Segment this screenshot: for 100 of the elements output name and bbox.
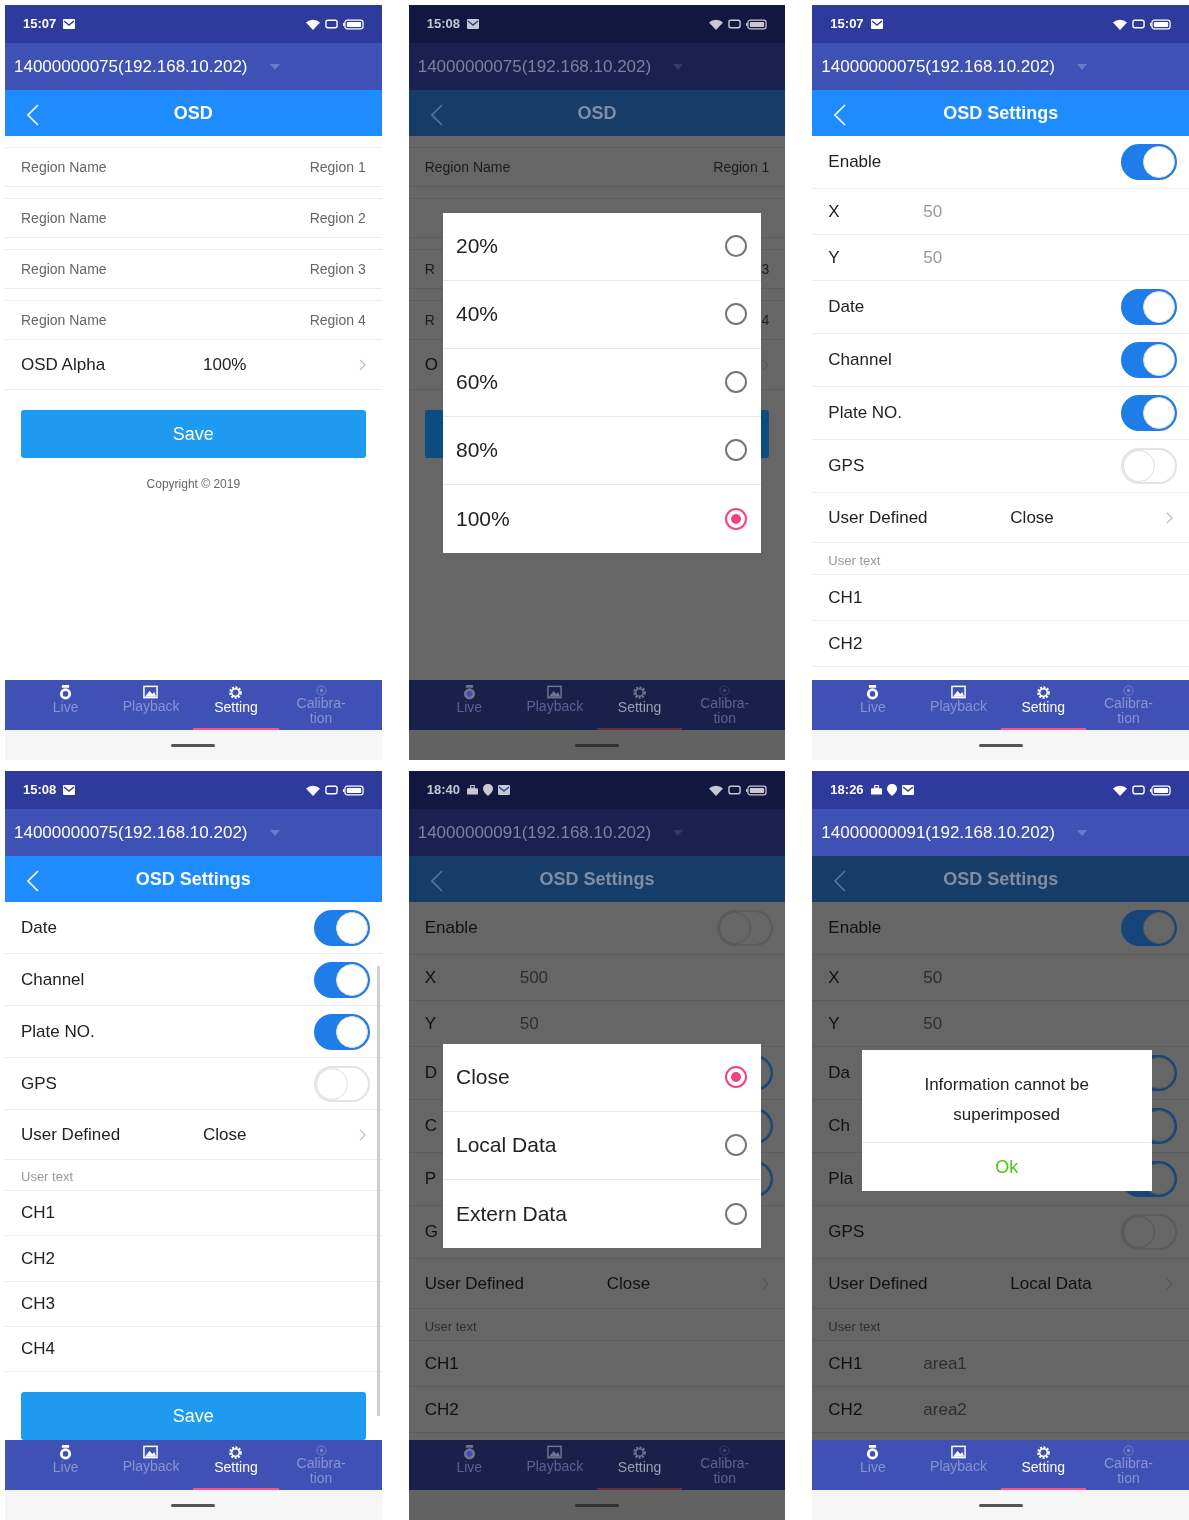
nav-tab[interactable]: Calibra-tion	[1085, 680, 1172, 730]
chevron-right-icon[interactable]	[358, 358, 366, 371]
field-label: CH1	[828, 586, 863, 609]
radio-button[interactable]	[725, 371, 747, 393]
alert-message: Information cannot be superimposed	[861, 1050, 1152, 1143]
radio-button[interactable]	[725, 1202, 747, 1225]
field-value: Close	[203, 1123, 247, 1146]
dropdown-caret-icon[interactable]	[269, 829, 280, 836]
field-label: User Defined	[21, 1123, 122, 1146]
scrollbar[interactable]	[376, 966, 380, 1416]
field-label: X	[424, 966, 437, 989]
home-indicator[interactable]	[171, 743, 216, 747]
nav-tab[interactable]: Calibra-tion	[682, 1440, 768, 1490]
toggle-switch[interactable]	[1121, 144, 1177, 180]
field-label: P	[424, 1168, 436, 1191]
option-row[interactable]: 20%	[443, 212, 761, 281]
option-label: Close	[456, 1064, 510, 1091]
status-time: 18:40	[426, 781, 460, 800]
nav-tab[interactable]: Calibra-tion	[1085, 1440, 1172, 1490]
nav-tab[interactable]: Calibra-tion	[682, 680, 768, 730]
nav-tab[interactable]: Calibra-tion	[278, 680, 364, 730]
dropdown-caret-icon[interactable]	[1076, 63, 1087, 70]
dropdown-caret-icon[interactable]	[1076, 829, 1087, 836]
chevron-right-icon[interactable]	[1166, 511, 1173, 524]
option-label: 40%	[456, 301, 499, 328]
dropdown-caret-icon[interactable]	[673, 63, 684, 70]
nav-tab[interactable]: Live	[830, 1440, 916, 1490]
option-row[interactable]: 60%	[443, 348, 761, 417]
radio-button[interactable]	[725, 235, 747, 257]
toggle-switch[interactable]	[1121, 289, 1177, 325]
field-value: area2	[923, 1398, 967, 1421]
settings-icon	[1035, 685, 1051, 700]
nav-tab[interactable]: Playback	[108, 1440, 194, 1490]
option-row[interactable]: 100%	[443, 484, 761, 553]
radio-button[interactable]	[725, 1066, 747, 1088]
field-value: Region 2	[309, 208, 366, 228]
radio-button[interactable]	[725, 507, 747, 530]
toggle-switch[interactable]	[313, 961, 370, 998]
field-label: User Defined	[828, 506, 929, 529]
field-label: GPS	[21, 1073, 57, 1096]
radio-button[interactable]	[725, 1134, 747, 1156]
toggle-switch[interactable]	[1121, 342, 1177, 378]
field-value: Region 3	[309, 259, 366, 279]
nav-tab[interactable]: Live	[426, 680, 512, 730]
nav-label: Playback	[122, 1459, 179, 1474]
dropdown-caret-icon[interactable]	[673, 829, 684, 836]
field-label: Region Name	[21, 208, 107, 228]
back-icon[interactable]	[430, 870, 443, 892]
nav-tab[interactable]: Playback	[511, 680, 597, 730]
home-indicator[interactable]	[978, 1503, 1023, 1507]
dropdown-caret-icon[interactable]	[269, 63, 280, 70]
nav-label: Playback	[930, 699, 987, 714]
chevron-right-icon[interactable]	[762, 358, 770, 371]
screen-rotation-icon	[324, 785, 338, 795]
field-label: R	[424, 259, 435, 279]
option-row[interactable]: 80%	[443, 416, 761, 485]
option-row[interactable]: 40%	[443, 280, 761, 349]
battery-icon	[1150, 784, 1171, 796]
option-row[interactable]: Local Data	[443, 1111, 761, 1180]
briefcase-icon	[870, 785, 882, 795]
field-value: 500	[519, 966, 549, 989]
screen-rotation-icon	[728, 19, 742, 29]
section-label: User text	[21, 1167, 73, 1186]
radio-button[interactable]	[725, 303, 747, 325]
nav-tab[interactable]: Live	[23, 680, 109, 730]
nav-label: Setting	[1020, 700, 1067, 715]
chevron-right-icon[interactable]	[358, 1128, 366, 1141]
nav-tab[interactable]: Playback	[915, 1440, 1001, 1490]
toggle-switch[interactable]	[313, 1013, 370, 1050]
nav-tab[interactable]: Live	[830, 680, 916, 730]
save-button[interactable]: Save	[21, 410, 366, 458]
toggle-switch[interactable]	[1121, 910, 1177, 946]
toggle-switch[interactable]	[1121, 395, 1177, 431]
battery-icon	[746, 18, 768, 30]
wifi-icon	[1113, 18, 1127, 30]
ok-button[interactable]: Ok	[971, 1143, 1043, 1191]
nav-label: Playback	[122, 699, 179, 714]
battery-icon	[342, 784, 364, 796]
nav-tab[interactable]: Playback	[915, 680, 1001, 730]
home-indicator[interactable]	[171, 1503, 216, 1507]
nav-tab[interactable]: Playback	[108, 680, 194, 730]
save-button[interactable]: Save	[21, 1392, 366, 1440]
field-label: User Defined	[424, 1272, 525, 1295]
field-label: Y	[828, 1012, 841, 1035]
back-icon[interactable]	[430, 104, 443, 126]
nav-tab[interactable]: Calibra-tion	[278, 1440, 364, 1490]
option-row[interactable]: Extern Data	[443, 1179, 761, 1248]
picture-icon	[950, 685, 966, 699]
picture-icon	[143, 685, 159, 699]
field-label: Da	[828, 1062, 851, 1085]
nav-tab[interactable]: Live	[426, 1440, 512, 1490]
field-label: R	[424, 310, 435, 330]
nav-tab[interactable]: Playback	[511, 1440, 597, 1490]
option-row[interactable]: Close	[443, 1043, 761, 1112]
nav-tab[interactable]: Live	[23, 1440, 109, 1490]
camera-icon	[59, 685, 73, 700]
home-indicator[interactable]	[978, 743, 1023, 747]
radio-button[interactable]	[725, 439, 747, 461]
back-icon[interactable]	[834, 870, 847, 892]
toggle-switch[interactable]	[313, 909, 370, 946]
